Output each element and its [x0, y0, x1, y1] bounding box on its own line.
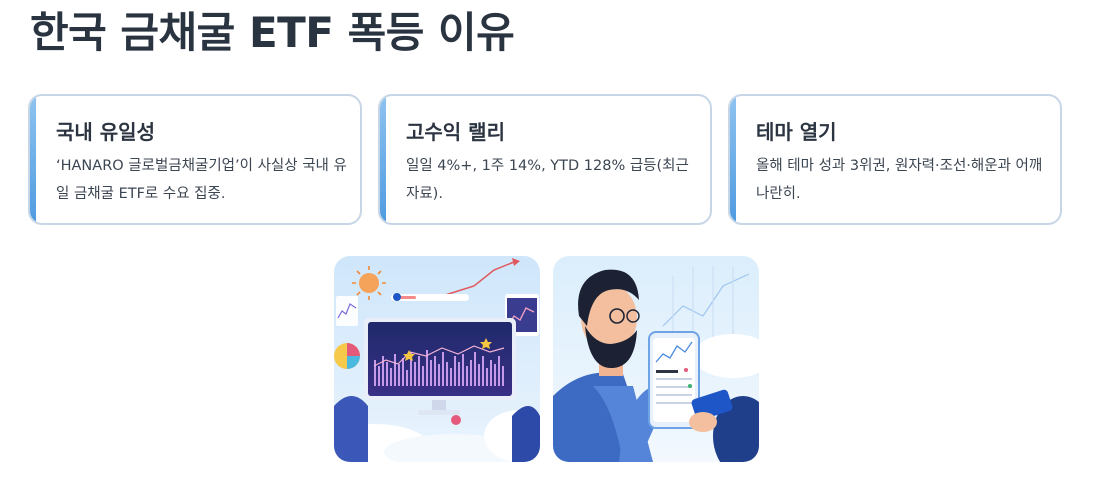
investor-illustration-svg [553, 256, 759, 462]
investor-phone-illustration [553, 256, 759, 462]
card-title: 고수익 랠리 [406, 120, 505, 144]
card-domestic-uniqueness: 국내 유일성 ‘HANARO 글로벌금채굴기업’이 사실상 국내 유일 금채굴 … [28, 94, 362, 225]
card-text: 일일 4%+, 1주 14%, YTD 128% 급등(최근 자료). [406, 158, 689, 202]
card-high-return-rally: 고수익 랠리 일일 4%+, 1주 14%, YTD 128% 급등(최근 자료… [378, 94, 712, 225]
pie-chart-icon [334, 343, 360, 369]
illustrations [334, 256, 760, 462]
monitor-illustration-svg [334, 256, 540, 462]
card-title: 국내 유일성 [56, 120, 155, 144]
card-text: 올해 테마 성과 3위권, 원자력·조선·해운과 어깨 나란히. [756, 158, 1043, 202]
card-theme-heat: 테마 열기 올해 테마 성과 3위권, 원자력·조선·해운과 어깨 나란히. [728, 94, 1062, 225]
smartphone-icon [648, 331, 700, 429]
card-title: 테마 열기 [756, 120, 837, 144]
card-text: ‘HANARO 글로벌금채굴기업’이 사실상 국내 유일 금채굴 ETF로 수요… [56, 158, 347, 202]
reason-cards: 국내 유일성 ‘HANARO 글로벌금채굴기업’이 사실상 국내 유일 금채굴 … [28, 94, 1064, 226]
page-title: 한국 금채굴 ETF 폭등 이유 [30, 8, 515, 57]
etf-monitor-illustration [334, 256, 540, 462]
